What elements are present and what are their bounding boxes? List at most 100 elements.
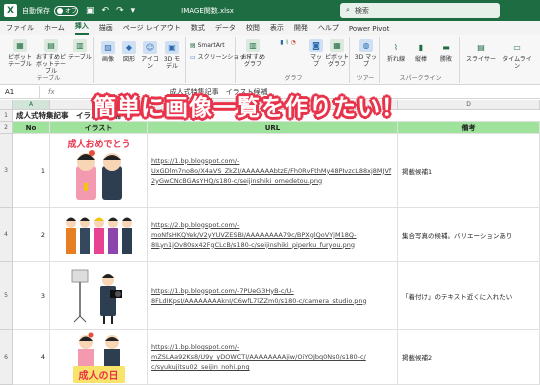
winloss-sparkline-icon: ▬ — [442, 43, 450, 52]
cell-illust-3[interactable] — [50, 262, 148, 330]
cell-no-1[interactable]: 1 — [13, 134, 50, 208]
save-icon[interactable]: ▣ — [86, 6, 95, 16]
screenshot-button[interactable]: ▭ スクリーンショット — [190, 54, 251, 61]
autosave-state: オフ — [65, 8, 78, 15]
ribbon-group-illustrations: ▨ 画像 ◆ 図形 ☺ アイコン ▣ 3D モデル — [96, 37, 186, 83]
sparkline-column-button[interactable]: ▮ 縦棒 — [409, 41, 433, 64]
cell-url-1[interactable]: https://1.bp.blogspot.com/- UxGDlm7no8o/… — [148, 134, 398, 208]
icons-button[interactable]: ☺ アイコン — [140, 41, 160, 70]
row-header-2[interactable]: 2 — [0, 122, 13, 134]
chart-type-icons: ▮ ⌇ ◔ — [268, 39, 308, 46]
file-name: IMAGE関数.xlsx — [181, 6, 234, 15]
tab-page-layout[interactable]: ページ レイアウト — [123, 23, 181, 35]
cell-illust-2[interactable] — [50, 208, 148, 262]
header-url[interactable]: URL — [148, 122, 398, 134]
search-icon: ⌕ — [346, 6, 350, 14]
column-header-a[interactable]: A — [13, 100, 50, 110]
name-box[interactable]: A1 — [0, 86, 40, 98]
tab-home[interactable]: ホーム — [44, 23, 65, 35]
cell-url-2[interactable]: https://2.bp.blogspot.com/- moNfsHKQYek/… — [148, 208, 398, 262]
shapes-button[interactable]: ◆ 図形 — [119, 41, 139, 63]
customize-toolbar-icon[interactable]: ▾ — [131, 6, 136, 16]
tab-help[interactable]: ヘルプ — [318, 23, 339, 35]
row-header-5[interactable]: 5 — [0, 262, 13, 330]
cell-url-4[interactable]: https://1.bp.blogspot.com/- mZSLAa92Ks8/… — [148, 330, 398, 385]
header-no[interactable]: No — [13, 122, 50, 134]
row-header-1[interactable]: 1 — [0, 110, 13, 122]
group-photo-illustration — [65, 217, 132, 254]
search-placeholder: 検索 — [354, 6, 369, 15]
redo-icon[interactable]: ↷ — [116, 6, 124, 16]
column-header-d[interactable]: D — [398, 100, 540, 110]
image-button[interactable]: ▨ 画像 — [98, 41, 118, 63]
cell-note-1[interactable]: 掲載候補1 — [398, 134, 540, 208]
camera-studio-illustration — [71, 269, 122, 324]
cell-url-3[interactable]: https://1.bp.blogspot.com/-7PUeG3HyB-c/U… — [148, 262, 398, 330]
bar-chart-icon: ▮ — [280, 39, 284, 46]
pivot-table-icon: ▦ — [13, 39, 27, 52]
tab-developer[interactable]: 開発 — [294, 23, 308, 35]
recommended-pivot-icon: ▤ — [44, 39, 58, 52]
ribbon-group-filters: ▤ スライサー ▭ タイムライン — [462, 37, 538, 83]
function-icon[interactable]: fx — [48, 88, 55, 96]
screenshot-icon: ▭ — [190, 54, 198, 61]
tab-view[interactable]: 表示 — [270, 23, 284, 35]
autosave-label: 自動保存 — [22, 6, 50, 15]
smartart-icon: ▤ — [190, 42, 198, 49]
cell-note-3[interactable]: 「着付け」のテキスト近くに入れたい — [398, 262, 540, 330]
tab-data[interactable]: データ — [215, 23, 236, 35]
recommended-charts-icon: ▥ — [246, 39, 260, 52]
table-button[interactable]: ▥ テーブル — [68, 39, 92, 61]
tab-power-pivot[interactable]: Power Pivot — [349, 25, 390, 35]
autosave-toggle[interactable]: オフ — [54, 5, 78, 16]
ribbon-group-charts: ▥ おすすめグラフ ▮ ⌇ ◔ ◙ マップ ▦ ピボットグラフ グラフ — [238, 37, 350, 83]
line-chart-icon: ⌇ — [285, 39, 289, 46]
seijin-no-hi-illustration — [77, 332, 120, 366]
illust-caption-4: 成人の日 — [78, 370, 119, 382]
row-header-6[interactable]: 6 — [0, 330, 13, 385]
line-sparkline-icon: ⌇ — [394, 43, 398, 52]
pivot-chart-icon: ▦ — [330, 39, 344, 52]
select-all-corner[interactable] — [0, 100, 13, 110]
header-illust[interactable]: イラスト — [50, 122, 148, 134]
row-header-3[interactable]: 3 — [0, 134, 13, 208]
cell-illust-4[interactable]: 成人の日 — [50, 330, 148, 385]
image-icon: ▨ — [101, 41, 115, 54]
map-button[interactable]: ◙ マップ — [308, 39, 324, 68]
ribbon: ▦ ピボットテーブル ▤ おすすめピボットテーブル ▥ テーブル テーブル ▨ … — [0, 35, 540, 85]
cell-no-3[interactable]: 3 — [13, 262, 50, 330]
row-header-4[interactable]: 4 — [0, 208, 13, 262]
sparkline-line-button[interactable]: ⌇ 折れ線 — [384, 41, 408, 64]
tab-formulas[interactable]: 数式 — [191, 23, 205, 35]
ribbon-group-sparklines: ⌇ 折れ線 ▮ 縦棒 ▬ 勝敗 スパークライン — [382, 37, 460, 83]
recommended-pivot-button[interactable]: ▤ おすすめピボットテーブル — [36, 39, 66, 75]
cell-note-2[interactable]: 集合写真の候補。バリエーションあり — [398, 208, 540, 262]
cube-icon: ▣ — [165, 41, 179, 54]
slicer-icon: ▤ — [477, 43, 485, 52]
ribbon-group-table: ▦ ピボットテーブル ▤ おすすめピボットテーブル ▥ テーブル テーブル — [4, 37, 94, 83]
tab-insert[interactable]: 挿入 — [74, 21, 89, 35]
recommended-charts-button[interactable]: ▥ おすすめグラフ — [240, 39, 266, 68]
cell-note-4[interactable]: 掲載候補2 — [398, 330, 540, 385]
cell-no-4[interactable]: 4 — [13, 330, 50, 385]
pivot-table-button[interactable]: ▦ ピボットテーブル — [6, 39, 34, 68]
timeline-icon: ▭ — [513, 43, 521, 52]
chart-types-button[interactable]: ▮ ⌇ ◔ — [268, 39, 308, 46]
pivot-chart-button[interactable]: ▦ ピボットグラフ — [324, 39, 350, 68]
group-label-sparklines: スパークライン — [399, 75, 442, 82]
timeline-button[interactable]: ▭ タイムライン — [500, 41, 534, 71]
search-box[interactable]: ⌕ 検索 — [340, 3, 500, 18]
slicer-button[interactable]: ▤ スライサー — [464, 41, 498, 64]
tab-file[interactable]: ファイル — [6, 23, 34, 35]
undo-icon[interactable]: ↶ — [102, 6, 110, 16]
cell-no-2[interactable]: 2 — [13, 208, 50, 262]
3d-model-button[interactable]: ▣ 3D モデル — [161, 41, 183, 70]
sparkline-winloss-button[interactable]: ▬ 勝敗 — [434, 41, 458, 64]
3d-map-button[interactable]: ◍ 3D マップ — [354, 39, 378, 68]
tab-review[interactable]: 校閲 — [246, 23, 260, 35]
pie-chart-icon: ◔ — [290, 39, 296, 46]
smartart-button[interactable]: ▤ SmartArt — [190, 42, 234, 49]
tab-draw[interactable]: 描画 — [99, 23, 113, 35]
header-note[interactable]: 備考 — [398, 122, 540, 134]
group-label-charts: グラフ — [284, 75, 303, 82]
